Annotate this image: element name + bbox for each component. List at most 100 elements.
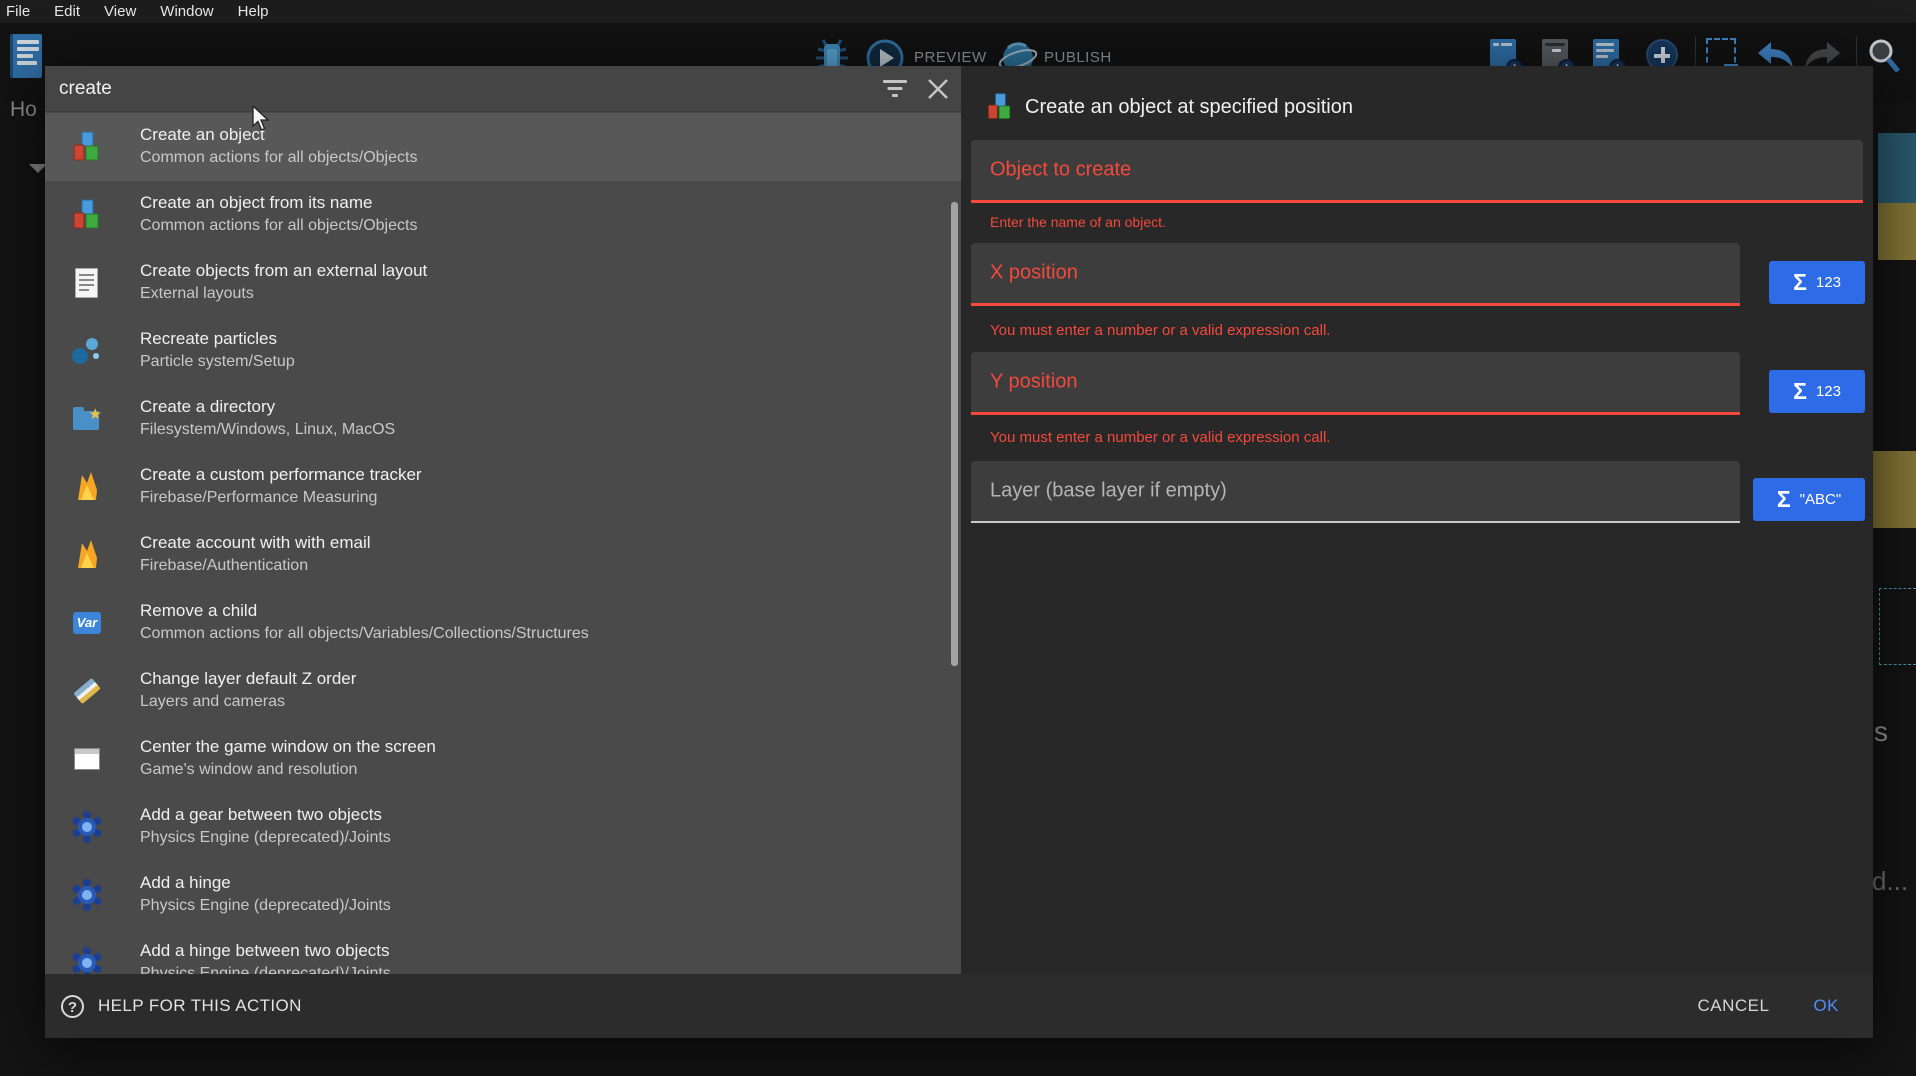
- list-item-add-hinge-between-objects[interactable]: Add a hinge between two objectsPhysics E…: [45, 929, 961, 974]
- action-title: Add a hinge: [140, 871, 961, 894]
- list-item-change-layer-z-order[interactable]: Change layer default Z orderLayers and c…: [45, 657, 961, 725]
- object-to-create-field[interactable]: Object to create: [971, 140, 1863, 203]
- action-subtitle: Particle system/Setup: [140, 350, 961, 373]
- menu-help[interactable]: Help: [238, 3, 269, 20]
- mouse-cursor: [252, 106, 270, 132]
- ok-button[interactable]: OK: [1813, 996, 1839, 1016]
- list-scrollbar[interactable]: [951, 202, 958, 666]
- expression-builder-button[interactable]: Σ 123: [1769, 370, 1865, 413]
- menu-view[interactable]: View: [104, 3, 136, 20]
- preview-button[interactable]: PREVIEW: [914, 49, 987, 66]
- action-subtitle: Common actions for all objects/Objects: [140, 214, 961, 237]
- physics-gear-icon: [70, 810, 104, 844]
- field-placeholder: Layer (base layer if empty): [990, 480, 1227, 503]
- action-title: Change layer default Z order: [140, 667, 961, 690]
- dialog-footer: ? HELP FOR THIS ACTION CANCEL OK: [45, 974, 1873, 1038]
- list-item-create-a-directory[interactable]: ★ Create a directoryFilesystem/Windows, …: [45, 385, 961, 453]
- action-title: Add a gear between two objects: [140, 803, 961, 826]
- action-subtitle: Game's window and resolution: [140, 758, 961, 781]
- list-item-add-a-hinge[interactable]: Add a hingePhysics Engine (deprecated)/J…: [45, 861, 961, 929]
- action-search-panel: create Create an objectCommon actions fo…: [45, 66, 961, 974]
- app-window: File Edit View Window Help PREVIEW: [0, 0, 1916, 1076]
- background-text-fragment: d...: [1872, 866, 1908, 897]
- list-item-create-objects-external-layout[interactable]: Create objects from an external layoutEx…: [45, 249, 961, 317]
- field-helper-text: Enter the name of an object.: [990, 214, 1166, 230]
- particles-icon: [70, 334, 104, 368]
- expression-builder-button[interactable]: Σ 123: [1769, 261, 1865, 304]
- objects-cubes-icon: [70, 198, 104, 232]
- game-window-icon: [70, 742, 104, 776]
- x-position-field[interactable]: X position: [971, 243, 1740, 306]
- action-subtitle: Physics Engine (deprecated)/Joints: [140, 826, 961, 849]
- action-subtitle: Common actions for all objects/Variables…: [140, 622, 961, 645]
- action-title: Create a directory: [140, 395, 961, 418]
- scene-object-teal: [1878, 133, 1916, 203]
- field-placeholder: X position: [990, 262, 1078, 285]
- action-parameters-panel: Create an object at specified position O…: [961, 66, 1873, 974]
- sigma-icon: Σ: [1793, 271, 1807, 294]
- list-item-recreate-particles[interactable]: Recreate particlesParticle system/Setup: [45, 317, 961, 385]
- action-title: Create account with with email: [140, 531, 961, 554]
- instruction-editor-dialog: create Create an objectCommon actions fo…: [45, 66, 1873, 1038]
- list-item-create-object-from-name[interactable]: Create an object from its nameCommon act…: [45, 181, 961, 249]
- objects-cubes-icon: [985, 92, 1015, 122]
- close-icon[interactable]: [925, 76, 951, 102]
- list-item-add-gear[interactable]: Add a gear between two objectsPhysics En…: [45, 793, 961, 861]
- list-item-create-performance-tracker[interactable]: Create a custom performance trackerFireb…: [45, 453, 961, 521]
- action-title: Add a hinge between two objects: [140, 939, 961, 962]
- menu-edit[interactable]: Edit: [54, 3, 80, 20]
- action-title: Create a custom performance tracker: [140, 463, 961, 486]
- sigma-icon: Σ: [1777, 488, 1791, 511]
- firebase-flame-icon: [70, 470, 104, 504]
- publish-button[interactable]: PUBLISH: [1044, 49, 1112, 66]
- firebase-flame-icon: [70, 538, 104, 572]
- action-title: Remove a child: [140, 599, 961, 622]
- action-subtitle: External layouts: [140, 282, 961, 305]
- menu-file[interactable]: File: [6, 3, 30, 20]
- project-manager-icon[interactable]: [10, 34, 42, 78]
- action-subtitle: Physics Engine (deprecated)/Joints: [140, 894, 961, 917]
- panel-title: Create an object at specified position: [1025, 96, 1353, 119]
- search-results-list: Create an objectCommon actions for all o…: [45, 113, 961, 974]
- field-error-text: You must enter a number or a valid expre…: [990, 429, 1330, 446]
- action-subtitle: Common actions for all objects/Objects: [140, 146, 961, 169]
- layer-field[interactable]: Layer (base layer if empty): [971, 461, 1740, 523]
- cancel-button[interactable]: CANCEL: [1697, 996, 1769, 1016]
- folder-star-icon: ★: [70, 402, 104, 436]
- help-button[interactable]: ? HELP FOR THIS ACTION: [61, 974, 302, 1038]
- action-subtitle: Firebase/Performance Measuring: [140, 486, 961, 509]
- layers-eraser-icon: [70, 674, 104, 708]
- variable-icon: Var: [70, 606, 104, 640]
- y-position-field[interactable]: Y position: [971, 352, 1740, 415]
- action-title: Create an object from its name: [140, 191, 961, 214]
- field-placeholder: Object to create: [990, 159, 1131, 182]
- home-tab-fragment: Ho: [10, 98, 37, 122]
- action-subtitle: Physics Engine (deprecated)/Joints: [140, 962, 961, 974]
- filter-icon[interactable]: [883, 78, 907, 100]
- list-item-create-account-email[interactable]: Create account with with emailFirebase/A…: [45, 521, 961, 589]
- search-input[interactable]: create: [59, 66, 112, 112]
- selection-outline-fragment: [1879, 588, 1916, 665]
- list-item-remove-a-child[interactable]: Var Remove a childCommon actions for all…: [45, 589, 961, 657]
- question-mark-icon: ?: [61, 995, 84, 1018]
- field-error-text: You must enter a number or a valid expre…: [990, 322, 1330, 339]
- physics-gear-icon: [70, 878, 104, 912]
- expression-builder-button[interactable]: Σ "ABC": [1753, 478, 1865, 521]
- action-subtitle: Firebase/Authentication: [140, 554, 961, 577]
- menu-window[interactable]: Window: [160, 3, 213, 20]
- menu-bar: File Edit View Window Help: [0, 0, 1916, 23]
- sigma-icon: Σ: [1793, 380, 1807, 403]
- action-subtitle: Layers and cameras: [140, 690, 961, 713]
- physics-gear-icon: [70, 946, 104, 974]
- background-text-fragment: s: [1874, 716, 1888, 748]
- scene-object-olive: [1873, 451, 1916, 528]
- field-placeholder: Y position: [990, 371, 1077, 394]
- list-item-center-game-window[interactable]: Center the game window on the screenGame…: [45, 725, 961, 793]
- scene-object-olive: [1878, 203, 1916, 260]
- action-title: Center the game window on the screen: [140, 735, 961, 758]
- objects-cubes-icon: [70, 130, 104, 164]
- search-bar[interactable]: create: [45, 66, 961, 112]
- action-subtitle: Filesystem/Windows, Linux, MacOS: [140, 418, 961, 441]
- list-item-create-an-object[interactable]: Create an objectCommon actions for all o…: [45, 113, 961, 181]
- action-title: Recreate particles: [140, 327, 961, 350]
